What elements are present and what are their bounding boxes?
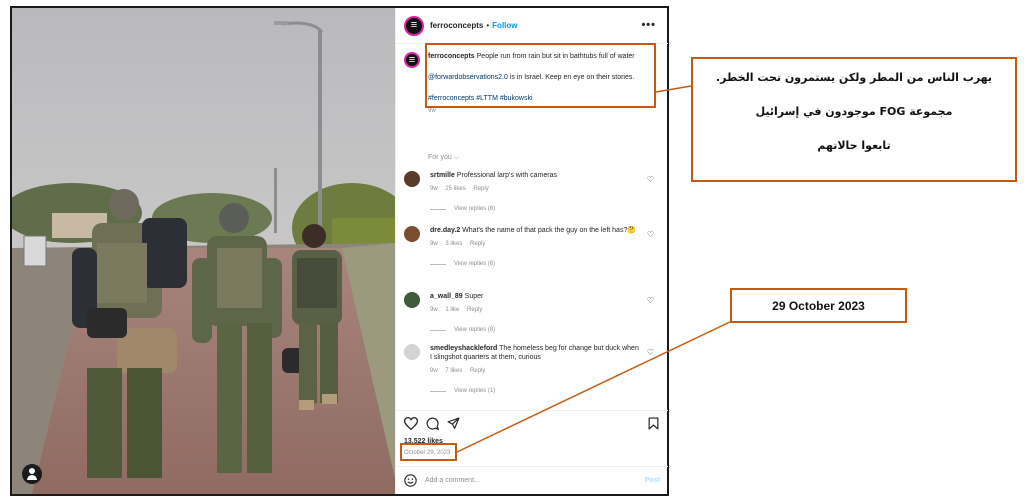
- author-avatar[interactable]: [404, 15, 424, 36]
- view-replies-label: View replies (6): [454, 261, 496, 267]
- comment-likes[interactable]: 25 likes: [445, 186, 465, 192]
- comment-likes[interactable]: 1 like: [445, 307, 459, 313]
- date-callout-box: 29 October 2023: [730, 288, 907, 323]
- date-highlight-box: [400, 443, 457, 461]
- caption-time: 9w: [428, 108, 436, 114]
- comment-reply-button[interactable]: Reply: [470, 241, 485, 247]
- replies-divider: [430, 390, 446, 392]
- comment-time: 9w: [430, 307, 438, 313]
- post-comment-button[interactable]: Post: [645, 477, 660, 484]
- arabic-line-2: مجموعة FOG موجودون في إسرائيل: [755, 105, 953, 118]
- replies-divider: [430, 263, 446, 265]
- comment-time: 9w: [430, 241, 438, 247]
- comments-sort-dropdown[interactable]: For you ⌵: [428, 154, 459, 162]
- more-options-icon[interactable]: •••: [641, 19, 656, 31]
- caption-author-avatar[interactable]: [404, 52, 420, 68]
- comment-item: a_wall_89 Super 9w 1 like Reply ♡ View r…: [404, 292, 662, 333]
- follow-button[interactable]: Follow: [492, 21, 517, 30]
- commenter-username[interactable]: dre.day.2: [430, 227, 460, 234]
- comment-item: smedleyshackleford The homeless beg for …: [404, 344, 662, 394]
- commenter-avatar[interactable]: [404, 171, 420, 187]
- commenter-username[interactable]: srtmille: [430, 172, 455, 179]
- author-username[interactable]: ferroconcepts: [430, 21, 483, 30]
- caption-highlight-box: [425, 43, 656, 108]
- view-replies-label: View replies (8): [454, 327, 496, 333]
- comment-like-heart-icon[interactable]: ♡: [647, 348, 654, 357]
- view-replies-button[interactable]: View replies (6): [430, 261, 662, 267]
- soldiers-walking-photo: [12, 8, 395, 494]
- comment-time: 9w: [430, 368, 438, 374]
- comment-likes[interactable]: 7 likes: [445, 368, 462, 374]
- add-comment-input[interactable]: Add a comment...: [425, 477, 480, 484]
- comment-item: dre.day.2 What's the name of that pack t…: [404, 226, 662, 267]
- comment-likes[interactable]: 3 likes: [445, 241, 462, 247]
- commenter-avatar[interactable]: [404, 226, 420, 242]
- comment-reply-button[interactable]: Reply: [473, 186, 488, 192]
- separator-dot: •: [486, 21, 490, 30]
- view-replies-button[interactable]: View replies (8): [430, 327, 662, 333]
- view-replies-button[interactable]: View replies (1): [430, 388, 662, 394]
- share-icon[interactable]: [447, 417, 460, 430]
- heart-icon[interactable]: [404, 417, 418, 430]
- view-replies-label: View replies (1): [454, 388, 496, 394]
- date-callout-label: 29 October 2023: [772, 298, 865, 313]
- comment-like-heart-icon[interactable]: ♡: [647, 296, 654, 305]
- post-photo: [12, 8, 395, 494]
- commenter-username[interactable]: smedleyshackleford: [430, 345, 497, 352]
- comment-icon[interactable]: [426, 417, 439, 430]
- replies-divider: [430, 329, 446, 331]
- post-actions-bar: [396, 410, 668, 434]
- commenter-username[interactable]: a_wall_89: [430, 293, 463, 300]
- arabic-line-1: يهرب الناس من المطر ولكن يستمرون تحت الخ…: [715, 71, 993, 84]
- bookmark-icon[interactable]: [648, 417, 659, 430]
- tagged-user-icon[interactable]: [22, 464, 42, 484]
- comment-time: 9w: [430, 186, 438, 192]
- commenter-avatar[interactable]: [404, 344, 420, 360]
- commenter-avatar[interactable]: [404, 292, 420, 308]
- emoji-icon[interactable]: [404, 474, 417, 487]
- comment-reply-button[interactable]: Reply: [470, 368, 485, 374]
- view-replies-label: View replies (8): [454, 206, 496, 212]
- arabic-line-3: تابعوا حالاتهم: [817, 139, 891, 152]
- replies-divider: [430, 208, 446, 210]
- post-header: ferroconcepts • Follow •••: [396, 8, 668, 44]
- comment-text: What's the name of that pack the guy on …: [462, 227, 637, 234]
- comment-like-heart-icon[interactable]: ♡: [647, 175, 654, 184]
- arabic-translation-box: يهرب الناس من المطر ولكن يستمرون تحت الخ…: [691, 57, 1017, 182]
- comment-item: srtmille Professional larp's with camera…: [404, 171, 662, 212]
- comment-reply-button[interactable]: Reply: [467, 307, 482, 313]
- comment-text: Professional larp's with cameras: [456, 172, 558, 179]
- comment-like-heart-icon[interactable]: ♡: [647, 230, 654, 239]
- view-replies-button[interactable]: View replies (8): [430, 206, 662, 212]
- add-comment-bar: Add a comment... Post: [396, 466, 668, 494]
- comment-text: Super: [464, 293, 484, 300]
